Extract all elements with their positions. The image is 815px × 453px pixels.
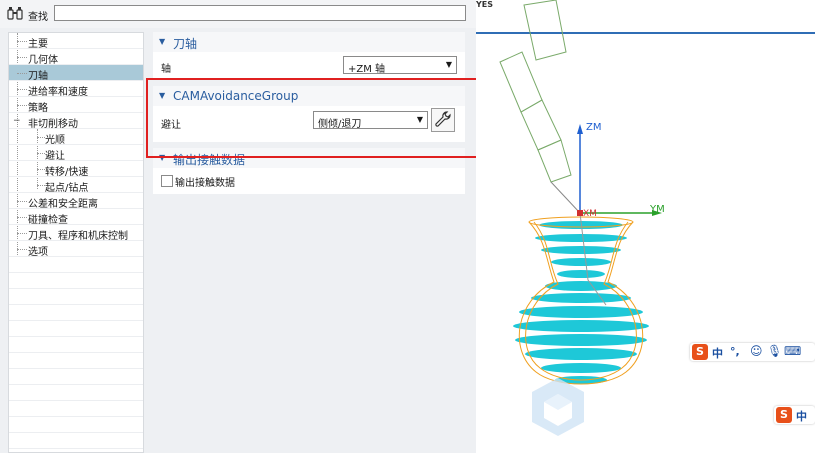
tree-item-label: 主要 xyxy=(28,39,48,50)
ime-punctuation[interactable]: °, xyxy=(730,345,740,358)
xm-label: XM xyxy=(583,209,597,219)
tree-item-strategy[interactable]: 策略 xyxy=(9,97,143,114)
tree-item-label: 刀具、程序和机床控制 xyxy=(28,231,128,242)
tree-item-transfer-rapid[interactable]: 转移/快速 xyxy=(9,161,143,178)
tree-item-label: 光顺 xyxy=(45,135,65,146)
ym-label: YM xyxy=(650,204,665,215)
tree-item-collision-check[interactable]: 碰撞检查 xyxy=(9,209,143,226)
tree-branch xyxy=(17,249,27,250)
operation-dialog: 查找 主要 几何体 刀轴 进给率和速度 策略 − 非切削移动 光顺 避让 转移/… xyxy=(0,0,520,453)
tree-empty-row xyxy=(9,433,143,449)
tree-branch xyxy=(17,73,27,74)
tree-item-label: 几何体 xyxy=(28,55,58,66)
output-contact-checkbox[interactable] xyxy=(161,175,173,187)
navigation-tree: 主要 几何体 刀轴 进给率和速度 策略 − 非切削移动 光顺 避让 转移/快速 … xyxy=(8,32,144,453)
tree-empty-row xyxy=(9,401,143,417)
tree-empty-row xyxy=(9,273,143,289)
cyan-toolpath-mesh xyxy=(513,221,649,384)
model-graphics xyxy=(499,0,662,385)
tree-branch xyxy=(17,89,27,90)
binoculars-icon xyxy=(7,7,23,20)
tree-branch xyxy=(17,233,27,234)
tree-empty-row xyxy=(9,369,143,385)
checkbox-label: 输出接触数据 xyxy=(175,178,235,189)
tree-item-label: 碰撞检查 xyxy=(28,215,68,226)
sogou-logo-icon: S xyxy=(776,407,792,423)
ime-language[interactable]: 中 xyxy=(712,345,723,361)
ime-language[interactable]: 中 xyxy=(796,408,807,424)
microphone-icon[interactable]: 🎙 xyxy=(767,344,782,358)
axis-value: +ZM 轴 xyxy=(348,64,386,75)
tree-item-label: 公差和安全距离 xyxy=(28,199,98,210)
view-cube-icon[interactable] xyxy=(530,376,586,438)
tree-item-non-cutting-moves[interactable]: − 非切削移动 xyxy=(9,113,143,130)
find-label: 查找 xyxy=(28,12,48,23)
highlight-annotation-box xyxy=(146,78,520,158)
tree-item-options[interactable]: 选项 xyxy=(9,241,143,258)
emoji-icon[interactable]: ☺ xyxy=(750,344,763,358)
ime-toolbar[interactable]: S 中 °, ☺ 🎙 ⌨ xyxy=(690,343,815,361)
tree-item-tool-program-machine[interactable]: 刀具、程序和机床控制 xyxy=(9,225,143,242)
tree-item-tolerances[interactable]: 公差和安全距离 xyxy=(9,193,143,210)
tree-item-label: 非切削移动 xyxy=(28,119,78,130)
tree-branch xyxy=(17,105,27,106)
tree-item-label: 避让 xyxy=(45,151,65,162)
ime-toolbar-secondary[interactable]: S 中 xyxy=(774,406,815,424)
graphics-viewport[interactable]: YES ZM YM XM S 中 °, ☺ 🎙 ⌨ S 中 xyxy=(476,0,815,453)
tree-item-geometry[interactable]: 几何体 xyxy=(9,49,143,66)
zm-arrow-icon xyxy=(577,124,583,134)
tree-empty-row xyxy=(9,385,143,401)
axis-dropdown[interactable]: +ZM 轴 ▼ xyxy=(343,56,457,75)
tree-item-label: 进给率和速度 xyxy=(28,87,88,98)
tool-shank xyxy=(550,181,581,214)
axis-label: 轴 xyxy=(161,64,171,75)
tree-empty-row xyxy=(9,257,143,273)
sogou-logo-icon: S xyxy=(692,344,708,360)
tree-branch xyxy=(17,217,27,218)
tree-item-label: 选项 xyxy=(28,247,48,258)
collapse-arrow-icon: ▼ xyxy=(159,37,166,46)
find-input[interactable] xyxy=(54,5,466,21)
tree-branch xyxy=(17,201,27,202)
tree-item-start-drill-points[interactable]: 起点/钻点 xyxy=(9,177,143,194)
collapse-icon[interactable]: − xyxy=(13,116,21,126)
tree-empty-row xyxy=(9,417,143,433)
tree-item-main[interactable]: 主要 xyxy=(9,33,143,50)
tree-branch xyxy=(17,57,27,58)
keyboard-icon[interactable]: ⌨ xyxy=(784,344,801,358)
tree-item-label: 刀轴 xyxy=(28,71,48,82)
tree-empty-row xyxy=(9,289,143,305)
tree-item-avoidance[interactable]: 避让 xyxy=(9,145,143,162)
tree-empty-row xyxy=(9,353,143,369)
tree-item-tool-axis[interactable]: 刀轴 xyxy=(9,65,143,82)
tree-branch xyxy=(17,41,27,42)
tree-branch xyxy=(37,137,45,138)
tree-branch xyxy=(37,153,45,154)
tool-axis-section: ▼ 刀轴 轴 +ZM 轴 ▼ xyxy=(153,32,465,78)
zm-label: ZM xyxy=(586,122,602,133)
find-bar: 查找 xyxy=(0,0,476,28)
tree-item-label: 策略 xyxy=(28,103,48,114)
tool-holder-outline xyxy=(499,0,572,183)
tree-empty-row xyxy=(9,305,143,321)
chevron-down-icon: ▼ xyxy=(445,60,452,69)
tree-empty-row xyxy=(9,337,143,353)
tree-item-feeds-speeds[interactable]: 进给率和速度 xyxy=(9,81,143,98)
tree-item-label: 转移/快速 xyxy=(45,167,89,178)
tree-branch xyxy=(37,185,45,186)
section-title: 刀轴 xyxy=(173,37,198,51)
tree-branch xyxy=(37,169,45,170)
tree-empty-row xyxy=(9,321,143,337)
tool-axis-header[interactable]: ▼ 刀轴 xyxy=(153,32,465,52)
tree-item-label: 起点/钻点 xyxy=(45,183,89,194)
tree-item-smoothing[interactable]: 光顺 xyxy=(9,129,143,146)
